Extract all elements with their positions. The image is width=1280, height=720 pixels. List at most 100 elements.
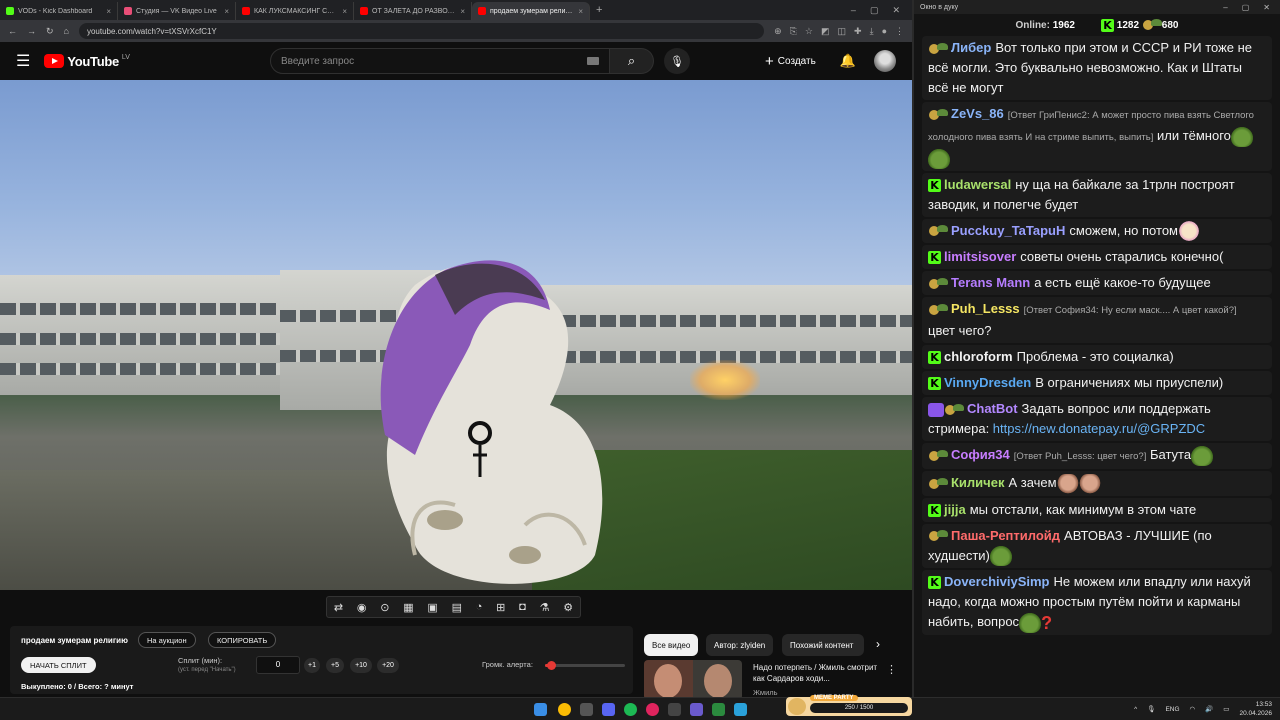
notifications-bell-icon[interactable]: 🔔	[840, 53, 856, 69]
chat-username[interactable]: Паша-Рептилойд	[951, 528, 1060, 543]
chat-username[interactable]: VinnyDresden	[944, 375, 1031, 390]
chat-username[interactable]: Киличек	[951, 475, 1004, 490]
extension-icon[interactable]: ◩	[821, 26, 830, 37]
chevron-up-icon[interactable]: ^	[1134, 706, 1137, 713]
add-1-button[interactable]: +1	[304, 658, 320, 673]
chat-username[interactable]: Puh_Lesss	[951, 301, 1020, 316]
close-icon[interactable]: ✕	[892, 5, 900, 16]
related-channel-name[interactable]: Жмиль	[753, 688, 778, 697]
speed-icon[interactable]: ◔	[476, 601, 483, 613]
chat-username[interactable]: Pucckuy_TaTapuH	[951, 223, 1065, 238]
browser-tab[interactable]: Студия — VK Видео Live ×	[118, 2, 236, 20]
url-field[interactable]: youtube.com/watch?v=tXSVrXcfC1Y	[78, 23, 765, 39]
tab-close-icon[interactable]: ×	[578, 7, 583, 16]
add-icon[interactable]: ⊞	[496, 601, 505, 614]
menu-dots-icon[interactable]: ⋮	[895, 26, 904, 37]
video-player[interactable]	[0, 80, 912, 590]
chat-username[interactable]: Terans Mann	[951, 275, 1030, 290]
chat-username[interactable]: limitsisover	[944, 249, 1016, 264]
app-icon[interactable]	[690, 703, 703, 716]
download-icon[interactable]: ⤓	[870, 26, 874, 37]
new-tab-button[interactable]: +	[596, 4, 602, 16]
chip-author[interactable]: Автор: zlyiden	[706, 634, 774, 656]
chat-username[interactable]: София34	[951, 447, 1010, 462]
loop-icon[interactable]: ⇄	[334, 601, 343, 614]
chrome-icon[interactable]	[558, 703, 571, 716]
browser-tab[interactable]: продаем зумерам религию ×	[472, 2, 590, 20]
language-indicator[interactable]: ENG	[1165, 706, 1179, 713]
chat-username[interactable]: DoverchiviySimp	[944, 574, 1050, 589]
chat-username[interactable]: ChatBot	[967, 401, 1018, 416]
reload-icon[interactable]: ↻	[46, 26, 54, 37]
add-20-button[interactable]: +20	[377, 658, 399, 673]
browser-tab[interactable]: КАК ЛУКСМАКСИНГ СДЕЛАЛ ×	[236, 2, 354, 20]
chevron-right-icon[interactable]: ›	[876, 637, 880, 651]
chip-all-videos[interactable]: Все видео	[644, 634, 699, 656]
minimize-icon[interactable]: –	[851, 5, 856, 16]
discord-icon[interactable]	[602, 703, 615, 716]
install-icon[interactable]: ⎘	[790, 26, 797, 37]
theater-icon[interactable]: ▤	[452, 601, 462, 614]
volume-icon[interactable]: 🔊	[1205, 705, 1213, 713]
zoom-icon[interactable]: ⊕	[774, 26, 782, 37]
forward-icon[interactable]: →	[27, 26, 36, 36]
tab-close-icon[interactable]: ×	[460, 7, 465, 16]
tab-close-icon[interactable]: ×	[106, 7, 111, 16]
telegram-icon[interactable]	[734, 703, 747, 716]
app-icon[interactable]	[712, 703, 725, 716]
bookmark-star-icon[interactable]: ☆	[805, 26, 813, 37]
browser-tab[interactable]: VODs - Kick Dashboard ×	[0, 2, 118, 20]
mic-icon[interactable]: 🎙	[1147, 705, 1155, 713]
flask-icon[interactable]: ⚗	[540, 601, 550, 614]
tab-close-icon[interactable]: ×	[224, 7, 229, 16]
add-5-button[interactable]: +5	[326, 658, 344, 673]
close-icon[interactable]: ✕	[1263, 3, 1270, 12]
browser-tab[interactable]: ОТ ЗАЛЕТА ДО РАЗВОДА: пои×	[354, 2, 472, 20]
wifi-icon[interactable]: ◠	[1190, 705, 1196, 713]
chip-similar[interactable]: Похожий контент	[782, 634, 864, 656]
voice-search-button[interactable]: 🎙	[663, 48, 690, 74]
film-icon[interactable]: ▦	[403, 601, 413, 614]
back-icon[interactable]: ←	[8, 26, 17, 36]
minimize-icon[interactable]: –	[1223, 3, 1227, 12]
more-options-icon[interactable]: ⋮	[886, 663, 897, 676]
app-icon[interactable]	[580, 703, 593, 716]
battery-icon[interactable]: ▭	[1223, 705, 1229, 713]
split-minutes-input[interactable]: 0	[256, 656, 300, 674]
menu-icon[interactable]: ☰	[16, 51, 30, 71]
copy-button[interactable]: КОПИРОВАТЬ	[208, 632, 277, 648]
pip-icon[interactable]: ▣	[427, 601, 437, 614]
related-thumbnail[interactable]	[644, 660, 742, 700]
obs-icon[interactable]	[668, 703, 681, 716]
app-icon[interactable]	[646, 703, 659, 716]
auction-button[interactable]: На аукцион	[138, 632, 196, 648]
chat-username[interactable]: Либер	[951, 40, 991, 55]
chat-username[interactable]: ludawersal	[944, 177, 1011, 192]
camera-icon[interactable]: ◘	[519, 601, 526, 613]
maximize-icon[interactable]: ▢	[1242, 3, 1250, 12]
keyboard-icon[interactable]	[586, 57, 599, 65]
avatar[interactable]	[874, 50, 896, 72]
youtube-logo[interactable]: YouTube LV	[44, 54, 130, 69]
screenshot-icon[interactable]: ⊙	[380, 601, 389, 614]
extension-icon[interactable]: ◫	[838, 26, 847, 37]
related-video-title[interactable]: Надо потерпеть / Жмиль смотрит как Сарда…	[753, 662, 881, 684]
start-split-button[interactable]: НАЧАТЬ СПЛИТ	[21, 657, 96, 673]
puzzle-icon[interactable]: ✚	[854, 26, 862, 37]
gear-icon[interactable]: ⚙	[563, 601, 573, 614]
spotify-icon[interactable]	[624, 703, 637, 716]
clock[interactable]: 13:53 20.04.2026	[1239, 700, 1272, 718]
chat-link[interactable]: https://new.donatepay.ru/@GRPZDC	[993, 421, 1205, 436]
chat-username[interactable]: chloroform	[944, 349, 1013, 364]
create-button[interactable]: + Создать	[765, 53, 816, 70]
maximize-icon[interactable]: ▢	[870, 5, 879, 16]
search-input[interactable]: Введите запрос	[269, 48, 610, 74]
alert-volume-knob[interactable]	[547, 661, 557, 670]
windows-start-icon[interactable]	[534, 703, 547, 716]
alert-volume-slider[interactable]	[545, 661, 625, 670]
add-10-button[interactable]: +10	[350, 658, 372, 673]
chat-username[interactable]: jijja	[944, 502, 966, 517]
home-icon[interactable]: ⌂	[64, 26, 69, 36]
audio-icon[interactable]: ◉	[357, 601, 367, 614]
tab-close-icon[interactable]: ×	[342, 7, 347, 16]
